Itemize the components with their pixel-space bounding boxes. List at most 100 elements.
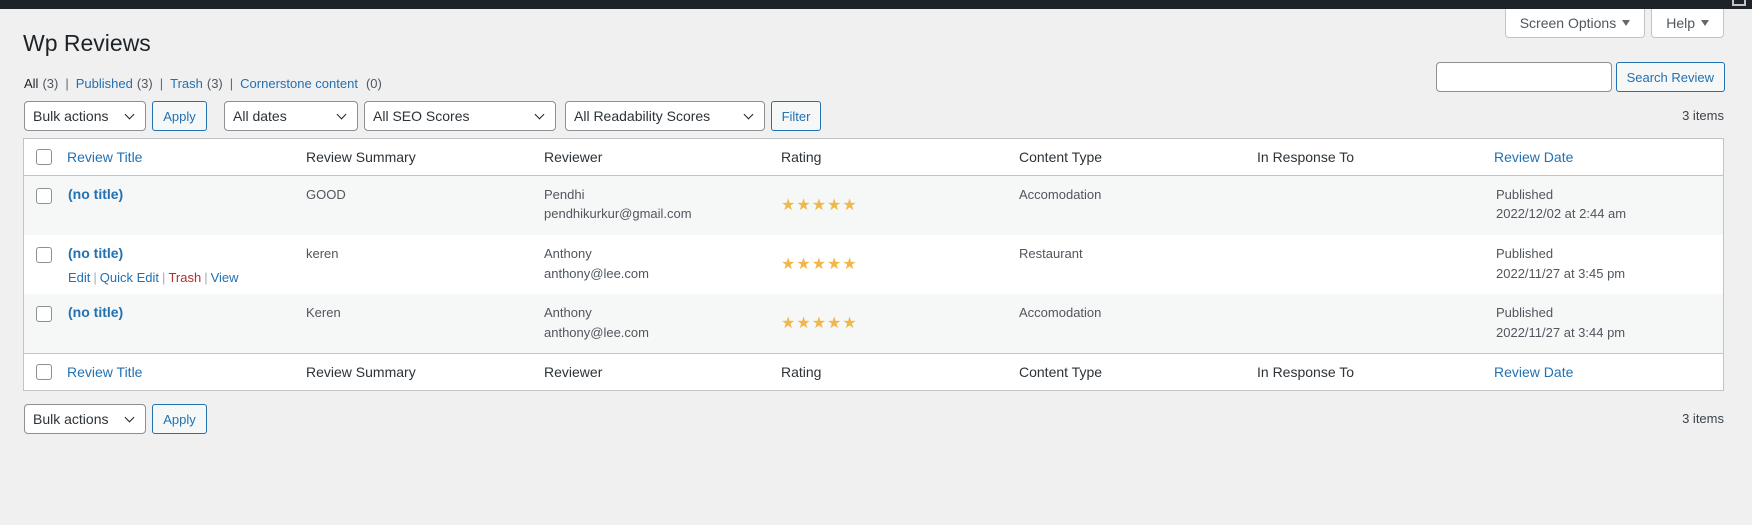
- admin-bar-icon[interactable]: [1732, 0, 1746, 6]
- select-all-checkbox-footer[interactable]: [36, 364, 52, 380]
- admin-bar: [0, 0, 1752, 9]
- column-review-summary-footer: Review Summary: [306, 364, 416, 380]
- content-type: Accomodation: [1019, 305, 1102, 320]
- separator: |: [229, 76, 234, 91]
- table-row: (no title) GOOD Pendhi pendhikurkur@gmai…: [24, 176, 1723, 235]
- reviewer-name: Pendhi: [544, 187, 585, 202]
- bulk-actions-select[interactable]: Bulk actions: [24, 101, 146, 131]
- trash-link[interactable]: Trash: [168, 270, 201, 285]
- chevron-down-icon: [124, 412, 135, 422]
- tablenav-top: Bulk actions Apply All dates All SEO Sco…: [24, 101, 821, 131]
- content-type: Accomodation: [1019, 187, 1102, 202]
- rating-stars: ★★★★★: [781, 197, 858, 214]
- review-title-link[interactable]: (no title): [68, 245, 123, 261]
- apply-button-bottom[interactable]: Apply: [152, 404, 207, 434]
- separator: |: [65, 76, 69, 91]
- table-row: (no title) Keren Anthony anthony@lee.com…: [24, 294, 1723, 353]
- column-reviewer: Reviewer: [544, 149, 603, 165]
- view-cornerstone[interactable]: Cornerstone content: [240, 76, 358, 91]
- review-date: 2022/11/27 at 3:45 pm: [1496, 266, 1626, 281]
- review-summary: Keren: [306, 305, 341, 320]
- table-row: (no title) Edit | Quick Edit | Trash | View ke…: [24, 235, 1723, 294]
- reviewer-name: Anthony: [544, 246, 592, 261]
- view-published[interactable]: Published: [76, 76, 133, 91]
- view-all[interactable]: All: [24, 76, 38, 91]
- view-published-count: (3): [136, 76, 153, 91]
- filter-button[interactable]: Filter: [771, 101, 821, 131]
- review-title-link[interactable]: (no title): [68, 304, 123, 320]
- search-review-button[interactable]: Search Review: [1615, 62, 1725, 92]
- column-in-response-to: In Response To: [1257, 149, 1355, 165]
- reviewer-name: Anthony: [544, 305, 592, 320]
- view-link[interactable]: View: [211, 270, 239, 285]
- separator: |: [159, 76, 164, 91]
- table-footer: Review Title Review Summary Reviewer Rat…: [24, 353, 1723, 390]
- caret-down-icon: [1622, 20, 1631, 26]
- content-type: Restaurant: [1019, 246, 1083, 261]
- column-review-title-footer[interactable]: Review Title: [67, 364, 142, 380]
- review-title-link[interactable]: (no title): [68, 186, 123, 202]
- chevron-down-icon: [336, 109, 347, 119]
- review-summary: GOOD: [306, 187, 346, 202]
- readability-scores-value: All Readability Scores: [574, 108, 711, 124]
- readability-scores-select[interactable]: All Readability Scores: [565, 101, 765, 131]
- review-status: Published: [1496, 187, 1554, 202]
- search-box: Search Review: [1435, 62, 1725, 92]
- help-label: Help: [1666, 15, 1695, 31]
- column-review-summary: Review Summary: [306, 149, 416, 165]
- review-date: 2022/11/27 at 3:44 pm: [1496, 325, 1626, 340]
- column-reviewer-footer: Reviewer: [544, 364, 603, 380]
- search-input[interactable]: [1435, 62, 1612, 92]
- view-cornerstone-count: (0): [365, 76, 382, 91]
- items-count-bottom: 3 items: [1682, 411, 1724, 426]
- bulk-actions-value: Bulk actions: [33, 411, 109, 427]
- screen-options-label: Screen Options: [1519, 15, 1617, 31]
- bulk-actions-value: Bulk actions: [33, 108, 109, 124]
- column-review-date[interactable]: Review Date: [1494, 149, 1573, 165]
- view-trash[interactable]: Trash: [170, 76, 203, 91]
- row-checkbox[interactable]: [36, 306, 52, 322]
- caret-down-icon: [1701, 20, 1709, 26]
- quick-edit-link[interactable]: Quick Edit: [100, 270, 159, 285]
- tablenav-bottom: Bulk actions Apply: [24, 404, 207, 434]
- dates-select[interactable]: All dates: [224, 101, 358, 131]
- review-summary: keren: [306, 246, 339, 261]
- rating-stars: ★★★★★: [781, 315, 858, 332]
- reviewer-email: anthony@lee.com: [544, 325, 649, 340]
- review-status: Published: [1496, 246, 1554, 261]
- column-content-type-footer: Content Type: [1019, 364, 1103, 380]
- reviewer-email: pendhikurkur@gmail.com: [544, 206, 692, 221]
- screen-options-button[interactable]: Screen Options: [1504, 9, 1646, 38]
- chevron-down-icon: [534, 109, 545, 119]
- column-rating-footer: Rating: [781, 364, 822, 380]
- bulk-actions-select-bottom[interactable]: Bulk actions: [24, 404, 146, 434]
- view-trash-count: (3): [206, 76, 223, 91]
- select-all-checkbox[interactable]: [36, 149, 52, 165]
- screen-meta-links: Screen Options Help: [1504, 9, 1724, 38]
- help-button[interactable]: Help: [1651, 9, 1724, 38]
- chevron-down-icon: [743, 109, 754, 119]
- table-header: Review Title Review Summary Reviewer Rat…: [24, 139, 1723, 176]
- column-content-type: Content Type: [1019, 149, 1103, 165]
- view-filters: All (3) | Published (3) | Trash (3) | Co…: [24, 76, 382, 91]
- row-checkbox[interactable]: [36, 188, 52, 204]
- row-checkbox[interactable]: [36, 247, 52, 263]
- seo-scores-value: All SEO Scores: [373, 108, 470, 124]
- column-in-response-to-footer: In Response To: [1257, 364, 1355, 380]
- reviews-table: Review Title Review Summary Reviewer Rat…: [23, 138, 1724, 391]
- view-all-count: (3): [42, 76, 59, 91]
- apply-button[interactable]: Apply: [152, 101, 207, 131]
- edit-link[interactable]: Edit: [68, 270, 90, 285]
- row-actions: Edit | Quick Edit | Trash | View: [68, 270, 239, 285]
- review-status: Published: [1496, 305, 1554, 320]
- column-rating: Rating: [781, 149, 822, 165]
- reviewer-email: anthony@lee.com: [544, 266, 649, 281]
- rating-stars: ★★★★★: [781, 256, 858, 273]
- review-date: 2022/12/02 at 2:44 am: [1496, 206, 1627, 221]
- dates-value: All dates: [233, 108, 287, 124]
- seo-scores-select[interactable]: All SEO Scores: [364, 101, 556, 131]
- column-review-date-footer[interactable]: Review Date: [1494, 364, 1573, 380]
- chevron-down-icon: [124, 109, 135, 119]
- column-review-title[interactable]: Review Title: [67, 149, 142, 165]
- items-count-top: 3 items: [1682, 108, 1724, 123]
